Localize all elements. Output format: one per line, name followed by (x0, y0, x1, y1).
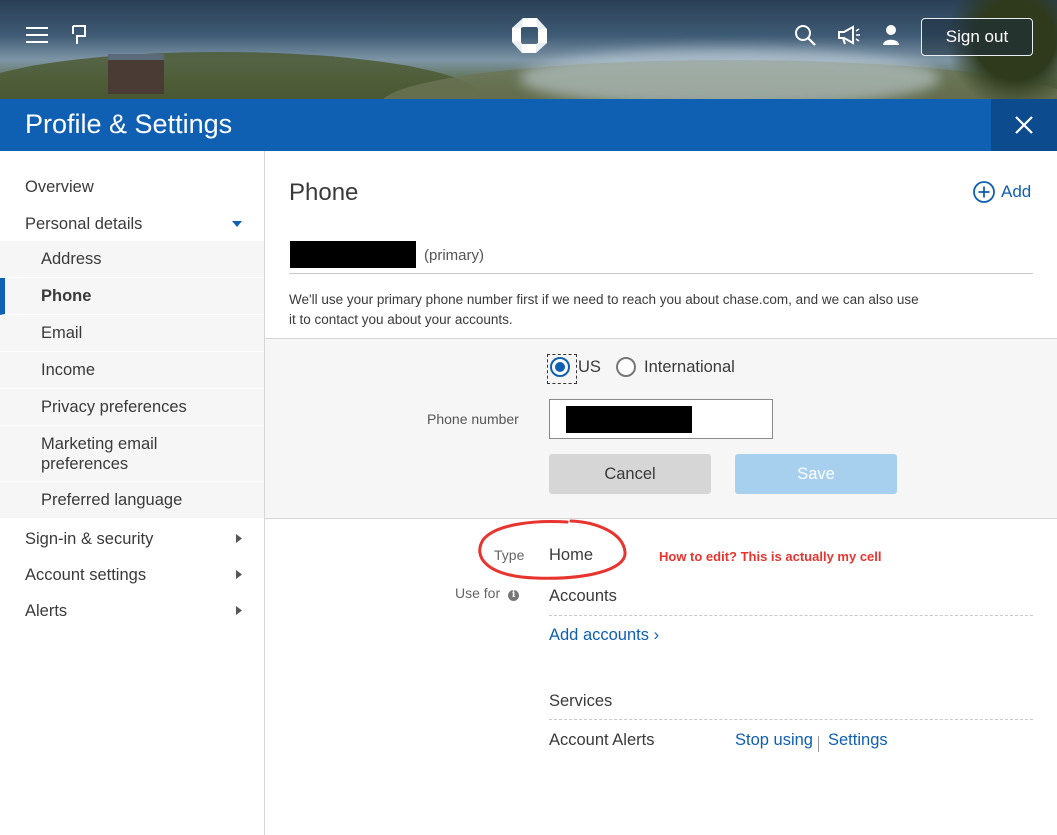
banner-house (108, 54, 164, 94)
dashed-divider (549, 615, 1033, 616)
page-title: Profile & Settings (25, 109, 233, 139)
top-banner: Sign out (0, 0, 1057, 100)
sign-out-button[interactable]: Sign out (921, 18, 1033, 56)
redacted-phone-number (290, 241, 416, 268)
sidebar-item-marketing-email-preferences[interactable]: Marketing email preferences (0, 426, 264, 482)
plus-circle-icon (973, 181, 995, 203)
close-button[interactable] (991, 99, 1057, 151)
sidebar-item-email[interactable]: Email (0, 315, 264, 352)
stop-using-link[interactable]: Stop using (735, 731, 813, 750)
sidebar-item-signin-security[interactable]: Sign-in & security (0, 526, 264, 552)
sidebar-item-label: Sign-in & security (25, 529, 154, 548)
radio-label: US (578, 357, 601, 376)
sidebar-item-label: Account settings (25, 565, 147, 584)
flag-icon[interactable] (66, 22, 92, 48)
page-header: Profile & Settings (0, 99, 1057, 151)
phone-settings-panel: Phone Add (primary) We'll use your prima… (265, 151, 1057, 835)
caret-right-icon (236, 566, 242, 584)
divider (289, 273, 1033, 274)
radio-selected-icon (547, 354, 577, 384)
cancel-button[interactable]: Cancel (549, 454, 711, 494)
radio-unselected-icon (616, 357, 636, 377)
accounts-heading: Accounts (549, 587, 617, 605)
sidebar-item-label: Alerts (25, 601, 68, 620)
add-label: Add (1001, 182, 1032, 201)
primary-phone-note: We'll use your primary phone number firs… (289, 292, 919, 327)
sidebar-item-phone[interactable]: Phone (0, 278, 264, 315)
phone-number-label: Phone number (427, 411, 519, 427)
services-heading: Services (549, 692, 613, 710)
sidebar-item-address[interactable]: Address (0, 241, 264, 278)
use-for-text: Use for (455, 585, 501, 601)
hamburger-menu-icon[interactable] (24, 22, 50, 48)
add-accounts-link[interactable]: Add accounts › (549, 626, 659, 645)
settings-sidebar: Overview Personal details Address Phone … (0, 151, 265, 835)
caret-down-icon (232, 215, 242, 233)
link-separator (818, 736, 819, 752)
megaphone-icon[interactable] (836, 22, 862, 48)
annotation-note: How to edit? This is actually my cell (659, 549, 882, 564)
banner-mist (520, 48, 940, 100)
section-title: Phone (289, 179, 359, 206)
info-icon[interactable]: i (508, 590, 520, 601)
region-radio-us[interactable]: US (547, 354, 601, 384)
close-icon (1015, 116, 1033, 134)
dashed-divider (549, 719, 1033, 720)
radio-label: International (644, 357, 735, 376)
sidebar-item-personal-details[interactable]: Personal details (0, 211, 264, 237)
redacted-phone-value (566, 406, 692, 433)
red-annotation-circle (478, 519, 627, 580)
phone-edit-form: US International Phone number Cancel Sav… (265, 338, 1057, 519)
add-phone-button[interactable]: Add (973, 181, 1031, 203)
save-button[interactable]: Save (735, 454, 897, 494)
search-icon[interactable] (792, 22, 818, 48)
primary-label: (primary) (424, 247, 484, 264)
sidebar-item-income[interactable]: Income (0, 352, 264, 389)
sidebar-item-alerts[interactable]: Alerts (0, 598, 264, 624)
alerts-settings-link[interactable]: Settings (828, 731, 888, 750)
sidebar-item-label: Personal details (25, 214, 143, 233)
sidebar-item-preferred-language[interactable]: Preferred language (0, 482, 264, 519)
sidebar-item-privacy-preferences[interactable]: Privacy preferences (0, 389, 264, 426)
phone-number-input[interactable] (549, 399, 773, 439)
sidebar-item-account-settings[interactable]: Account settings (0, 562, 264, 588)
sidebar-item-overview[interactable]: Overview (25, 178, 94, 197)
chase-logo[interactable] (511, 17, 548, 54)
service-account-alerts: Account Alerts (549, 731, 655, 749)
user-icon[interactable] (878, 22, 904, 48)
caret-right-icon (236, 602, 242, 620)
use-for-label: Use for i (455, 585, 520, 601)
region-radio-international[interactable]: International (616, 357, 735, 377)
caret-right-icon (236, 530, 242, 548)
